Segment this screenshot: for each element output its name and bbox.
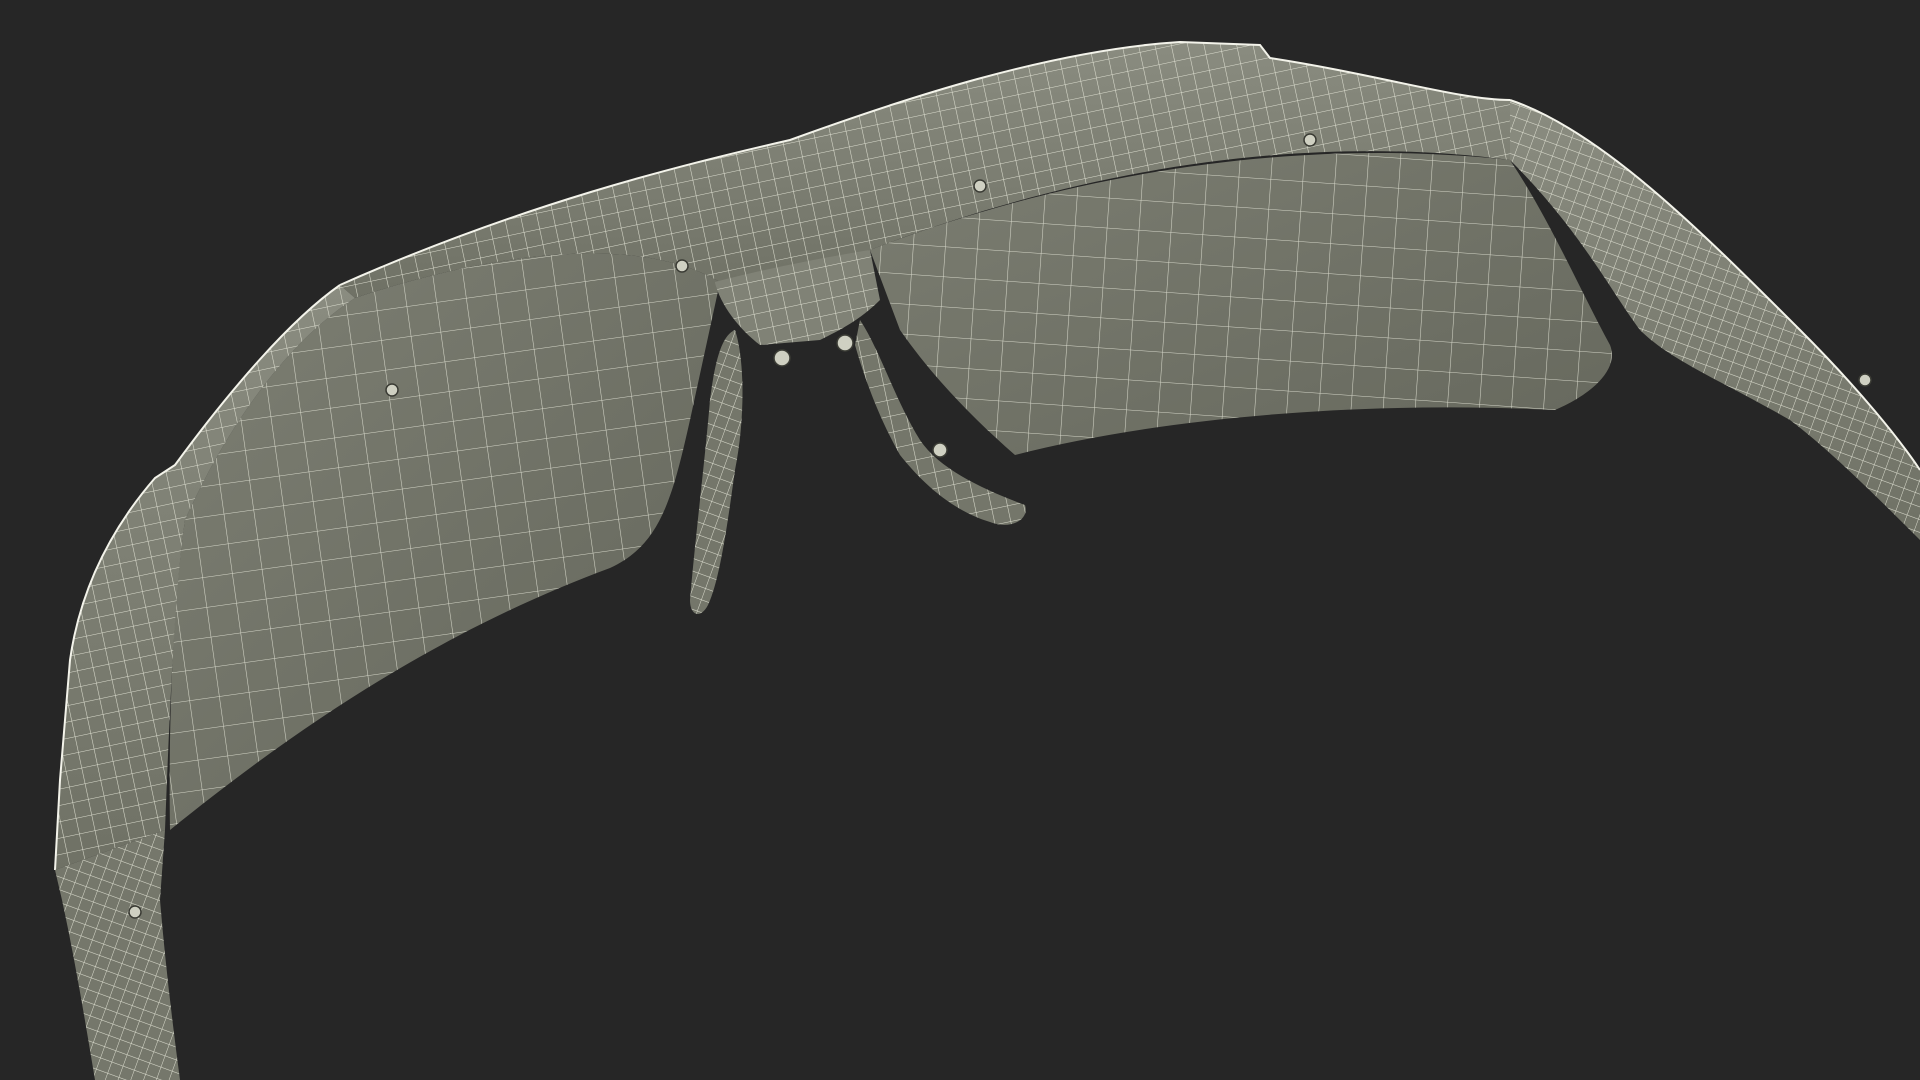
screw-icon <box>973 179 987 193</box>
left-lens <box>169 253 720 830</box>
screw-icon <box>128 905 142 919</box>
screw-icon <box>836 334 854 352</box>
screw-icon <box>1858 373 1872 387</box>
screw-icon <box>773 349 791 367</box>
screw-icon <box>675 259 689 273</box>
screw-icon <box>385 383 399 397</box>
screw-icon <box>1303 133 1317 147</box>
screw-icon <box>932 442 948 458</box>
left-temple-arm <box>55 830 180 1080</box>
viewport <box>0 0 1920 1080</box>
wireframe-render <box>54 40 1920 1080</box>
